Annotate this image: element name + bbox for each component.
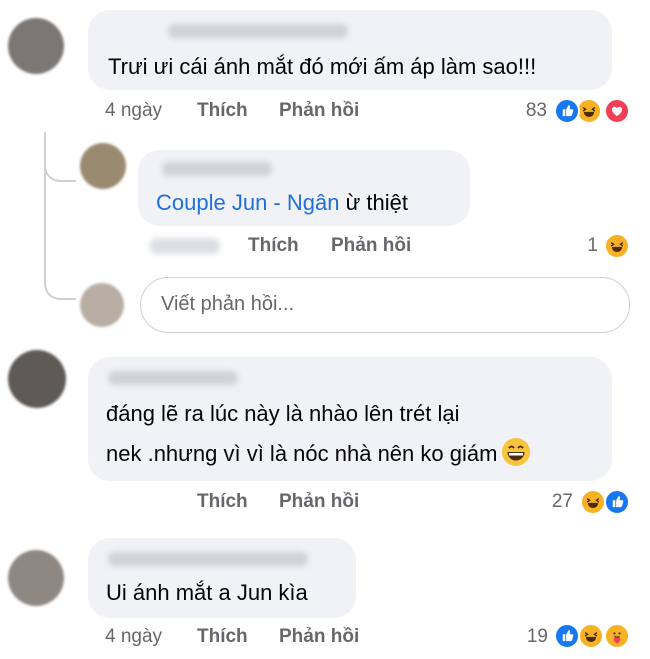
reply-button[interactable]: Phản hồi bbox=[279, 626, 359, 648]
comment-text: Couple Jun - Ngân ừ thiệt bbox=[156, 190, 408, 215]
avatar[interactable] bbox=[8, 18, 64, 74]
comment-text: Ui ánh mắt a Jun kìa bbox=[106, 580, 308, 605]
haha-icon[interactable] bbox=[604, 233, 630, 259]
avatar[interactable] bbox=[8, 350, 66, 408]
like-icon[interactable] bbox=[604, 489, 630, 515]
comment-bubble: Ui ánh mắt a Jun kìa bbox=[88, 538, 356, 618]
grinning-face-icon bbox=[501, 437, 531, 467]
reply-button[interactable]: Phản hồi bbox=[331, 235, 411, 257]
comment-text: đáng lẽ ra lúc này là nhào lên trét lại bbox=[106, 401, 460, 426]
haha-icon[interactable] bbox=[578, 623, 604, 649]
comment-timestamp[interactable]: 4 ngày bbox=[105, 100, 162, 122]
reaction-count[interactable]: 1 bbox=[570, 235, 598, 257]
haha-icon[interactable] bbox=[580, 489, 606, 515]
avatar bbox=[80, 283, 124, 327]
comment-text: Trưi ưi cái ánh mắt đó mới ấm áp làm sao… bbox=[108, 54, 537, 79]
like-button[interactable]: Thích bbox=[248, 235, 299, 257]
avatar[interactable] bbox=[8, 550, 64, 606]
reply-button[interactable]: Phản hồi bbox=[279, 491, 359, 513]
reply-input[interactable]: Viết phản hồi... bbox=[140, 277, 630, 333]
thread-connector bbox=[44, 132, 76, 182]
care-icon[interactable] bbox=[604, 623, 630, 649]
avatar[interactable] bbox=[80, 143, 126, 189]
like-button[interactable]: Thích bbox=[197, 491, 248, 513]
comment-author-name[interactable] bbox=[108, 552, 308, 566]
like-icon[interactable] bbox=[554, 623, 580, 649]
reply-input-placeholder: Viết phản hồi... bbox=[161, 293, 295, 315]
comment-text: nek .nhưng vì vì là nóc nhà nên ko giám bbox=[106, 433, 531, 475]
comment-author-name[interactable] bbox=[168, 24, 348, 38]
like-button[interactable]: Thích bbox=[197, 626, 248, 648]
love-icon[interactable] bbox=[604, 98, 630, 124]
like-button[interactable]: Thích bbox=[197, 100, 248, 122]
reaction-count[interactable]: 19 bbox=[512, 626, 548, 648]
comment-bubble: Couple Jun - Ngân ừ thiệt bbox=[138, 150, 470, 226]
mention-link[interactable]: Couple Jun - Ngân bbox=[156, 190, 339, 215]
comment-author-name[interactable] bbox=[162, 162, 272, 176]
comment-author-name[interactable] bbox=[108, 371, 238, 385]
like-icon[interactable] bbox=[554, 98, 580, 124]
comment-timestamp[interactable]: 4 ngày bbox=[105, 626, 162, 648]
reaction-count[interactable]: 27 bbox=[535, 491, 573, 513]
reply-button[interactable]: Phản hồi bbox=[279, 100, 359, 122]
reaction-count[interactable]: 83 bbox=[505, 100, 547, 122]
comment-bubble: đáng lẽ ra lúc này là nhào lên trét lại … bbox=[88, 357, 612, 481]
comment-timestamp[interactable] bbox=[150, 238, 220, 254]
comment-bubble: Trưi ưi cái ánh mắt đó mới ấm áp làm sao… bbox=[88, 10, 612, 90]
